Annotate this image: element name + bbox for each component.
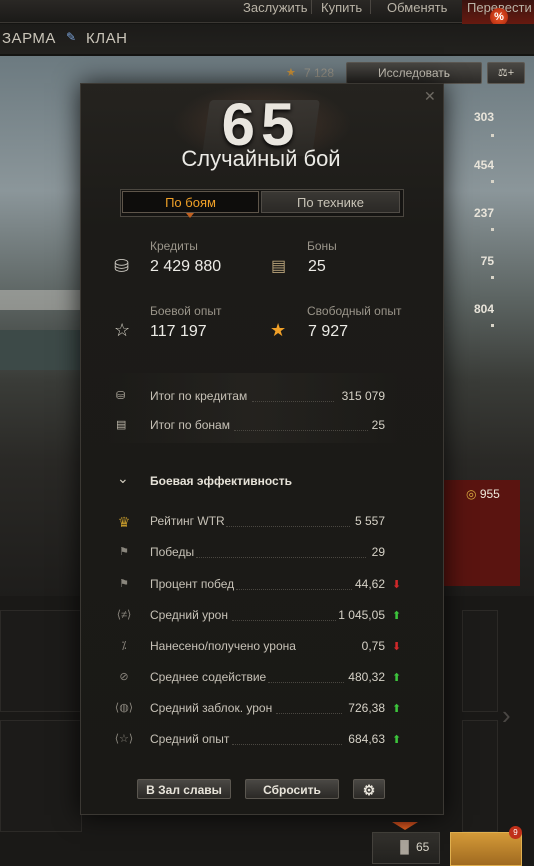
divider <box>370 0 371 14</box>
efficiency-title: Боевая эффективность <box>150 474 292 488</box>
gold-amount: 955 <box>479 487 500 501</box>
carousel-slot <box>0 610 82 712</box>
session-battles: 65 <box>416 840 430 854</box>
efficiency-label: Процент побед <box>150 577 235 591</box>
trend-down-icon: ⬇ <box>392 579 402 591</box>
total-credits-label: Итог по кредитам <box>150 389 248 403</box>
notification-badge: 9 <box>509 826 522 839</box>
trend-up-icon: ⬆ <box>392 734 402 746</box>
efficiency-value: 44,62 <box>354 577 385 591</box>
star-icon: ⟨☆⟩ <box>114 733 134 745</box>
side-stat: 804 <box>473 302 494 316</box>
nav-item-barracks[interactable]: ЗАРМА <box>2 30 56 47</box>
wtr-icon: ♛ <box>117 514 131 530</box>
efficiency-value: 726,38 <box>348 701 385 715</box>
free-xp-icon: ★ <box>270 320 287 340</box>
battle-type-title: Случайный бой <box>181 146 341 171</box>
carousel-slot <box>462 720 498 832</box>
credits-icon: ⛁ <box>114 256 130 276</box>
clan-icon: ✎ <box>66 30 77 44</box>
side-stat: 237 <box>473 206 494 220</box>
compare-icon: ⚖+ <box>497 67 515 79</box>
efficiency-value: 480,32 <box>348 670 385 684</box>
hall-of-fame-button[interactable]: В Зал славы <box>137 779 231 799</box>
efficiency-label: Победы <box>150 545 195 559</box>
side-stat: 454 <box>473 158 494 172</box>
research-button[interactable]: Исследовать <box>346 62 482 84</box>
xp-star-icon: ★ <box>286 67 296 79</box>
side-dot <box>491 324 494 327</box>
gold-value: ◎ 955 <box>466 487 500 501</box>
trend-up-icon: ⬆ <box>392 672 402 684</box>
assist-icon: ⊘ <box>119 671 129 683</box>
credits-value: 2 429 880 <box>150 258 222 275</box>
total-bonds-label: Итог по бонам <box>150 418 230 432</box>
settings-button[interactable]: ⚙ <box>353 779 385 799</box>
scene-water <box>0 330 80 370</box>
trend-down-icon: ⬇ <box>392 641 402 653</box>
total-bonds-value: 25 <box>371 418 385 432</box>
flag-icon: ⚑ <box>119 546 129 558</box>
side-dot <box>491 276 494 279</box>
collapse-chevron-icon[interactable]: ⌄ <box>117 470 129 487</box>
reset-button[interactable]: Сбросить <box>245 779 339 799</box>
trend-up-icon: ⬆ <box>392 610 402 622</box>
efficiency-label: Средний урон <box>150 608 228 622</box>
bar-chart-icon: ▐▌ <box>396 840 414 854</box>
side-dot <box>491 228 494 231</box>
carousel-next-icon[interactable]: › <box>502 700 511 731</box>
combat-xp-label: Боевой опыт <box>150 304 222 318</box>
divider <box>311 0 312 14</box>
free-xp-value: 7 927 <box>308 323 349 340</box>
efficiency-label: Нанесено/получено урона <box>150 639 296 653</box>
efficiency-label: Среднее содействие <box>150 670 267 684</box>
bonds-icon: ▤ <box>271 258 287 275</box>
damage-icon: ⟨≠⟩ <box>116 609 132 621</box>
credits-total-icon: ⛁ <box>116 390 126 402</box>
flag-icon: ⚑ <box>119 578 129 590</box>
topmenu-buy[interactable]: Купить <box>321 0 362 15</box>
credits-label: Кредиты <box>150 239 198 253</box>
carousel-slot <box>0 720 82 832</box>
bonds-label: Боны <box>307 239 337 253</box>
efficiency-value: 0,75 <box>361 639 385 653</box>
gear-icon: ⚙ <box>362 782 376 798</box>
carousel-slot <box>462 610 498 712</box>
side-stat: 303 <box>473 110 494 124</box>
ratio-icon: ⁒ <box>121 640 127 652</box>
efficiency-value: 684,63 <box>348 732 385 746</box>
combat-xp-value: 117 197 <box>150 323 207 340</box>
bonds-value: 25 <box>308 258 326 275</box>
side-stat: 75 <box>480 254 494 268</box>
efficiency-value: 29 <box>371 545 385 559</box>
gold-icon: ◎ <box>466 487 477 501</box>
bonds-total-icon: ▤ <box>116 419 127 431</box>
nav-bar <box>0 24 534 54</box>
scene-wall <box>0 290 80 310</box>
efficiency-label: Средний опыт <box>150 732 230 746</box>
efficiency-label: Рейтинг WTR <box>150 514 225 528</box>
tab-by-vehicles[interactable]: По технике <box>261 191 400 213</box>
efficiency-label: Средний заблок. урон <box>150 701 273 715</box>
total-credits-value: 315 079 <box>341 389 385 403</box>
topmenu-exchange[interactable]: Обменять <box>387 0 447 15</box>
efficiency-value: 5 557 <box>354 514 385 528</box>
combat-xp-icon: ☆ <box>114 320 131 340</box>
totals-panel <box>108 373 398 443</box>
shield-icon: ⟨◍⟩ <box>114 702 134 714</box>
free-xp-label: Свободный опыт <box>307 304 402 318</box>
side-dot <box>491 134 494 137</box>
topmenu-earn[interactable]: Заслужить <box>243 0 308 15</box>
trend-up-icon: ⬆ <box>392 703 402 715</box>
nav-item-clan[interactable]: КЛАН <box>86 30 127 47</box>
tab-by-battles[interactable]: По боям <box>122 191 259 213</box>
compare-button[interactable]: ⚖+ <box>487 62 525 84</box>
research-xp: 7 128 <box>304 66 335 80</box>
efficiency-value: 1 045,05 <box>338 608 385 622</box>
side-dot <box>491 180 494 183</box>
